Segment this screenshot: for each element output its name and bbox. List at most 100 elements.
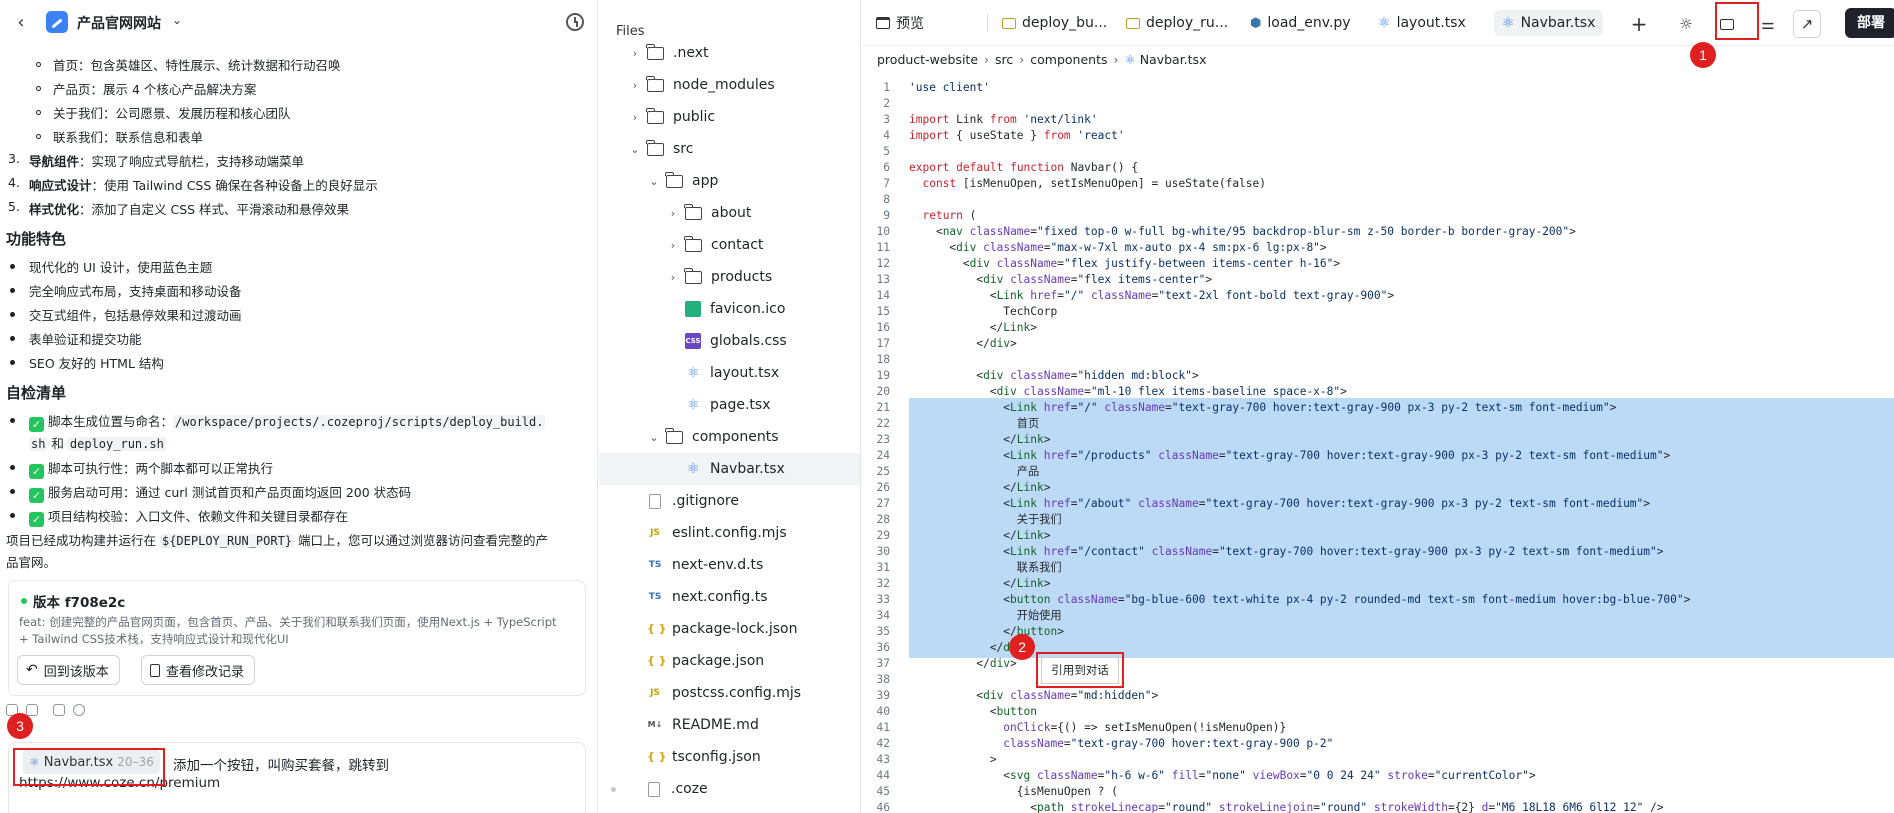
list-item: 完全响应式布局，支持桌面和移动设备 [29, 284, 242, 299]
file-tree-item[interactable]: ⌄ src [599, 133, 860, 165]
file-tree-item[interactable]: ⚛ Navbar.tsx [599, 453, 860, 485]
code-text: <svg className="h-6 w-6" fill="none" vie… [909, 769, 1536, 782]
quote-to-chat-button[interactable]: 引用到对话 [1041, 657, 1119, 684]
bullet-icon [10, 489, 15, 494]
chevron-icon[interactable]: › [665, 271, 681, 284]
open-external-icon[interactable]: ↗ [1793, 10, 1821, 38]
file-tree-label: favicon.ico [710, 301, 786, 317]
project-title[interactable]: 产品官网网站 [77, 13, 161, 33]
code-text: <Link href="/" className="text-2xl font-… [909, 289, 1395, 302]
code-text: 首页 [909, 417, 1040, 430]
file-tree-item[interactable]: ⚛ layout.tsx [599, 357, 860, 389]
view-changes-button[interactable]: 查看修改记录 [141, 655, 256, 685]
theme-sun-icon[interactable]: ☼ [1672, 10, 1700, 38]
chevron-down-icon[interactable]: ⌄ [172, 13, 182, 27]
list-item-title: 导航组件 [29, 154, 80, 169]
back-icon[interactable]: ‹ [10, 12, 32, 34]
file-tree-item[interactable]: .coze [599, 773, 860, 805]
bullet-icon [10, 336, 15, 341]
code-line: 14 <Link href="/" className="text-2xl fo… [862, 288, 1894, 304]
file-tree-item[interactable]: › contact [599, 229, 860, 261]
tab-label: deploy_ru... [1146, 15, 1229, 31]
retry-icon[interactable] [73, 704, 85, 716]
checklist-text: 脚本可执行性：两个脚本都可以正常执行 [48, 461, 274, 476]
tab-deploy-build[interactable]: deploy_bu... [1002, 10, 1107, 36]
inline-code: /workspace/projects/.cozeproj/scripts/de… [173, 415, 546, 429]
dislike-icon[interactable] [26, 704, 38, 716]
chevron-icon[interactable]: ⌄ [646, 431, 662, 444]
checklist-text: 和 [47, 436, 68, 451]
code-line: 6 export default function Navbar() { [862, 160, 1894, 176]
code-text: </Link> [909, 433, 1051, 446]
breadcrumb-item[interactable]: Navbar.tsx [1140, 52, 1207, 67]
breadcrumb-item[interactable]: components [1030, 52, 1107, 67]
chevron-icon[interactable]: › [627, 79, 643, 92]
code-line: 46 <path strokeLinecap="round" strokeLin… [862, 800, 1894, 813]
tab-load-env[interactable]: ⬢ load_env.py [1250, 10, 1351, 36]
chevron-icon[interactable]: › [665, 239, 681, 252]
react-icon: ⚛ [1124, 52, 1140, 67]
line-number: 43 [876, 753, 890, 766]
file-tree-item[interactable]: › about [599, 197, 860, 229]
chevron-icon[interactable]: ⌄ [627, 143, 643, 156]
react-icon: ⚛ [686, 461, 700, 477]
folder-icon [646, 107, 664, 124]
bullet-icon [36, 110, 41, 115]
add-tab-icon[interactable]: + [1625, 10, 1653, 38]
react-icon: ⚛ [686, 365, 700, 381]
file-tree-label: globals.css [710, 333, 787, 349]
line-number: 7 [883, 177, 890, 190]
file-tree-item[interactable]: .gitignore [599, 485, 860, 517]
list-item: 导航组件：实现了响应式导航栏，支持移动端菜单 [29, 151, 304, 170]
file-tree-item[interactable]: › public [599, 101, 860, 133]
line-number: 5 [883, 145, 890, 158]
list-number: 4. [8, 175, 20, 190]
file-tree-item[interactable]: ⚛ page.tsx [599, 389, 860, 421]
file-tree-item[interactable]: TS next.config.ts [599, 581, 860, 613]
tab-label: Navbar.tsx [1520, 15, 1596, 31]
code-line: 17 </div> [862, 336, 1894, 352]
json-file-icon: { } [647, 750, 667, 763]
code-line: 30 <Link href="/contact" className="text… [862, 544, 1894, 560]
file-tree-item[interactable]: { } package-lock.json [599, 613, 860, 645]
tab-deploy-run[interactable]: deploy_ru... [1126, 10, 1228, 36]
breadcrumb-item[interactable]: src [995, 52, 1013, 67]
restore-version-button[interactable]: ↶ 回到该版本 [17, 655, 120, 685]
copy-icon[interactable] [53, 704, 65, 716]
checklist-item: ✓ 脚本生成位置与命名：/workspace/projects/.cozeproj… [29, 411, 546, 432]
file-tree-item[interactable]: TS next-env.d.ts [599, 549, 860, 581]
file-tree-item[interactable]: favicon.ico [599, 293, 860, 325]
deploy-button[interactable]: 部署 [1845, 8, 1894, 38]
line-number: 30 [876, 545, 890, 558]
history-icon[interactable] [566, 13, 584, 31]
file-tree-item[interactable]: { } package.json [599, 645, 860, 677]
tab-navbar[interactable]: ⚛ Navbar.tsx [1494, 10, 1604, 36]
list-item: 表单验证和提交功能 [29, 332, 142, 347]
code-line: 18 [862, 352, 1894, 368]
file-tree-item[interactable]: { } tsconfig.json [599, 741, 860, 773]
file-tree-item[interactable]: ⌄ app [599, 165, 860, 197]
bullet-icon [10, 312, 15, 317]
line-number: 6 [883, 161, 890, 174]
file-tree-item[interactable]: JS postcss.config.mjs [599, 677, 860, 709]
breadcrumb-item[interactable]: product-website [877, 52, 978, 67]
tab-preview[interactable]: 预览 [876, 10, 924, 36]
chevron-icon[interactable]: ⌄ [646, 175, 662, 188]
code-text: <button [909, 705, 1037, 718]
tab-layout[interactable]: ⚛ layout.tsx [1378, 10, 1466, 36]
line-number: 40 [876, 705, 890, 718]
chevron-icon[interactable]: › [627, 111, 643, 124]
code-text: <button className="bg-blue-600 text-whit… [909, 593, 1691, 606]
file-tree-item[interactable]: › products [599, 261, 860, 293]
chevron-icon[interactable]: › [627, 47, 643, 60]
chevron-icon[interactable]: › [665, 207, 681, 220]
file-tree-item[interactable]: M↓ README.md [599, 709, 860, 741]
file-tree-item[interactable]: › .next [599, 37, 860, 69]
line-number: 18 [876, 353, 890, 366]
file-tree-item[interactable]: JS eslint.config.mjs [599, 517, 860, 549]
line-number: 19 [876, 369, 890, 382]
code-editor[interactable]: 1'use client' 2 3 import Link from 'next/li… [862, 74, 1894, 813]
file-tree-item[interactable]: ⌄ components [599, 421, 860, 453]
file-tree-item[interactable]: CSS globals.css [599, 325, 860, 357]
file-tree-item[interactable]: › node_modules [599, 69, 860, 101]
